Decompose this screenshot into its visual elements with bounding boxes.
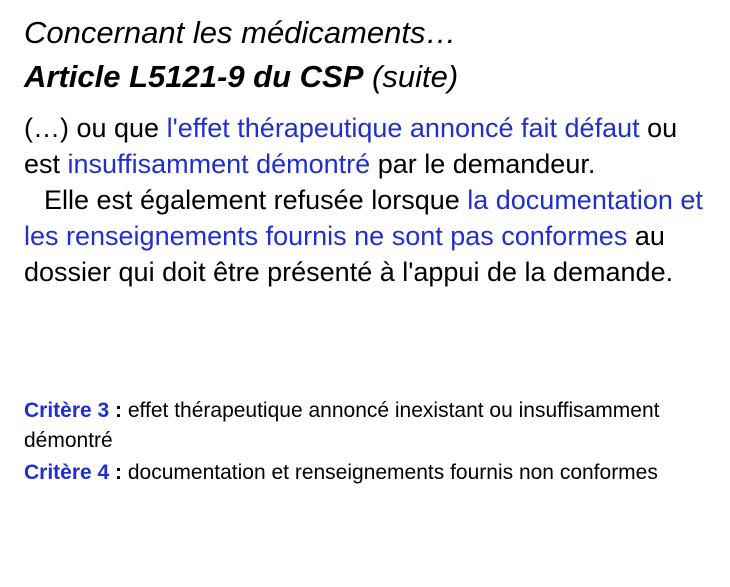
criteria-list: Critère 3 : effet thérapeutique annoncé … [24, 396, 714, 490]
body-highlight: l'effet thérapeutique annoncé fait défau… [166, 113, 640, 143]
criterion-colon: : [109, 399, 123, 422]
criterion-item: Critère 4 : documentation et renseigneme… [24, 458, 714, 488]
title-line-1: Concernant les médicaments… [24, 15, 457, 50]
criterion-label: Critère 4 [24, 461, 110, 484]
article-body: (…) ou que l'effet thérapeutique annoncé… [24, 110, 714, 290]
article-reference: Article L5121-9 du CSP [24, 59, 364, 94]
body-segment: par le demandeur. [370, 149, 596, 179]
criterion-item: Critère 3 : effet thérapeutique annoncé … [24, 396, 714, 456]
title-suffix: (suite) [363, 59, 459, 94]
criterion-colon: : [109, 461, 123, 484]
criterion-label: Critère 3 [24, 399, 110, 422]
body-highlight: insuffisamment démontré [67, 149, 371, 179]
slide: Concernant les médicaments… Article L512… [0, 0, 730, 587]
body-segment: Elle est également refusée lorsque [44, 185, 468, 215]
title-line-2: Article L5121-9 du CSP (suite) [24, 58, 458, 96]
body-paragraph-1: (…) ou que l'effet thérapeutique annoncé… [24, 110, 714, 182]
body-segment: (…) ou que [24, 113, 167, 143]
body-paragraph-2: Elle est également refusée lorsque la do… [24, 182, 714, 290]
criterion-text: documentation et renseignements fournis … [122, 461, 658, 484]
